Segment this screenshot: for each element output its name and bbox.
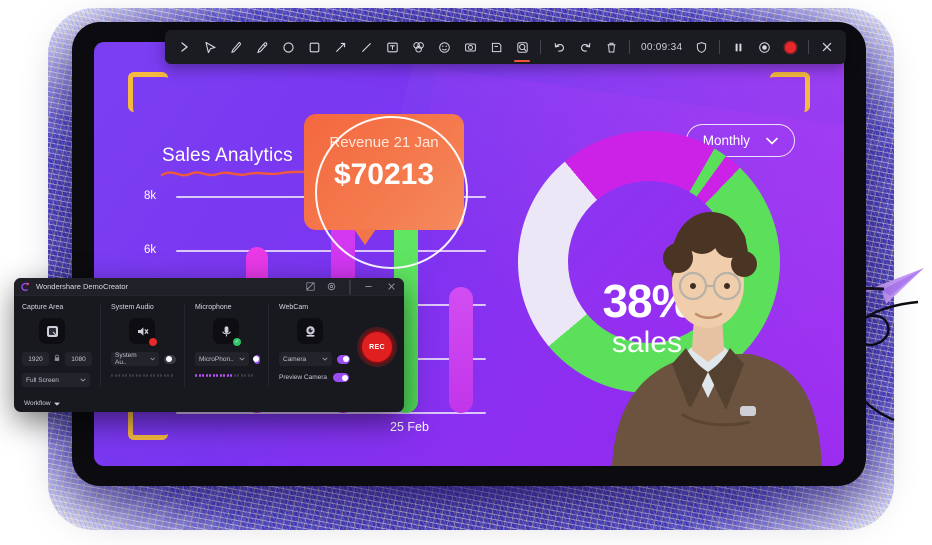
system-audio-section: System Audio System Au.. (100, 304, 184, 387)
microphone-heading: Microphone (195, 304, 232, 311)
color-palette-icon[interactable] (405, 32, 431, 62)
spotlight-icon[interactable] (457, 32, 483, 62)
revenue-tooltip: Revenue 21 Jan $70213 (304, 114, 464, 245)
pen-icon[interactable] (223, 32, 249, 62)
sticker-icon[interactable] (483, 32, 509, 62)
microphone-device-label: MicroPhon.. (199, 355, 234, 363)
system-audio-device-label: System Au.. (115, 352, 137, 366)
webcam-device-select[interactable]: Camera (279, 352, 333, 366)
record-button[interactable]: REC (360, 330, 394, 364)
tooltip-value: $70213 (333, 158, 435, 191)
bar-25-feb[interactable] (449, 287, 473, 413)
line-icon[interactable] (353, 32, 379, 62)
presenter-photo (612, 212, 822, 466)
camera-icon[interactable] (751, 32, 777, 62)
gridline-0 (176, 412, 486, 414)
muted-badge (149, 338, 157, 346)
capture-area-heading: Capture Area (22, 304, 64, 311)
capture-area-section: Capture Area 1920 1080 Full Screen (22, 304, 100, 387)
webcam-icon[interactable] (297, 318, 323, 344)
minimize-icon[interactable] (364, 282, 373, 291)
system-audio-device-row: System Au.. (111, 352, 176, 366)
tablet-device: 8k 6k 25 Feb Sales Analytics Revenue 21 … (72, 22, 866, 486)
chevron-down-icon (80, 378, 86, 382)
screenshot-root: 8k 6k 25 Feb Sales Analytics Revenue 21 … (0, 0, 932, 545)
emoji-icon[interactable] (431, 32, 457, 62)
cursor-icon[interactable] (197, 32, 223, 62)
capture-mode-label: Full Screen (26, 376, 59, 384)
workflow-label: Workflow (24, 400, 51, 407)
capture-bracket-top-left (128, 72, 168, 112)
system-audio-toggle[interactable] (164, 354, 176, 364)
toolbar-divider-2 (629, 40, 630, 54)
trash-icon[interactable] (598, 32, 624, 62)
democreator-titlebar: Wondershare DemoCreator | (14, 278, 404, 296)
edit-icon[interactable] (306, 282, 315, 291)
microphone-level-meter (195, 374, 260, 377)
capture-dimensions-row: 1920 1080 (22, 352, 92, 366)
capture-width-input[interactable]: 1920 (22, 352, 49, 366)
microphone-icon[interactable]: ✓ (213, 318, 241, 346)
chevron-down-icon (150, 357, 156, 361)
shield-icon[interactable] (688, 32, 714, 62)
caret-down-icon (53, 402, 60, 406)
webcam-section: WebCam Camera Preview Camera (268, 304, 358, 387)
settings-gear-icon[interactable] (327, 282, 336, 291)
capture-mode-select[interactable]: Full Screen (22, 373, 90, 387)
speaker-muted-icon[interactable] (129, 318, 157, 346)
xtick-25-feb: 25 Feb (390, 420, 429, 434)
circle-shape-icon[interactable] (275, 32, 301, 62)
text-tool-icon[interactable] (379, 32, 405, 62)
capture-area-icon[interactable] (39, 318, 65, 344)
pause-icon[interactable] (725, 32, 751, 62)
tooltip-label: Revenue 21 Jan (329, 134, 439, 151)
record-dot-icon[interactable] (777, 32, 803, 62)
preview-camera-label: Preview Camera (279, 374, 328, 381)
webcam-toggle[interactable] (337, 354, 350, 364)
microphone-section: Microphone ✓ MicroPhon.. (184, 304, 268, 387)
enabled-badge: ✓ (233, 338, 241, 346)
toolbar-divider-1 (540, 40, 541, 54)
democreator-body: Capture Area 1920 1080 Full Screen Syste… (14, 296, 404, 387)
toolbar-divider-3 (719, 40, 721, 54)
webcam-heading: WebCam (279, 304, 309, 311)
democreator-window[interactable]: Wondershare DemoCreator | Capture Area 1… (14, 278, 404, 412)
undo-icon[interactable] (546, 32, 572, 62)
workflow-menu[interactable]: Workflow (24, 400, 60, 407)
recording-timer: 00:09:34 (641, 41, 683, 53)
microphone-toggle[interactable] (252, 354, 260, 364)
webcam-device-row: Camera (279, 352, 350, 366)
chevron-down-icon (322, 357, 328, 361)
magnifier-icon[interactable] (509, 32, 535, 62)
webcam-device-label: Camera (283, 355, 307, 363)
capture-height-input[interactable]: 1080 (65, 352, 92, 366)
system-audio-heading: System Audio (111, 304, 154, 311)
system-audio-level-meter (111, 374, 176, 377)
page-title: Sales Analytics (162, 145, 293, 166)
highlighter-icon[interactable] (249, 32, 275, 62)
preview-camera-toggle[interactable] (333, 373, 350, 382)
rectangle-shape-icon[interactable] (301, 32, 327, 62)
recorder-toolbar[interactable]: 00:09:34 (165, 30, 847, 64)
capture-bracket-top-right (770, 72, 810, 112)
paper-plane-icon (857, 268, 924, 304)
microphone-device-select[interactable]: MicroPhon.. (195, 352, 249, 366)
expand-chevron-icon[interactable] (171, 32, 197, 62)
chevron-down-icon (766, 137, 778, 145)
redo-icon[interactable] (572, 32, 598, 62)
system-audio-device-select[interactable]: System Au.. (111, 352, 160, 366)
ytick-8k: 8k (144, 190, 157, 202)
wondershare-logo-icon (21, 282, 29, 291)
lock-icon[interactable] (54, 354, 60, 364)
chevron-down-icon (239, 357, 245, 361)
toolbar-divider-4 (808, 40, 810, 54)
close-icon[interactable] (814, 32, 840, 62)
democreator-title: Wondershare DemoCreator (36, 282, 128, 291)
microphone-device-row: MicroPhon.. (195, 352, 260, 366)
ytick-6k: 6k (144, 244, 157, 256)
close-icon[interactable] (387, 282, 396, 291)
titlebar-divider: | (347, 278, 352, 295)
preview-camera-row: Preview Camera (279, 373, 350, 382)
arrow-icon[interactable] (327, 32, 353, 62)
